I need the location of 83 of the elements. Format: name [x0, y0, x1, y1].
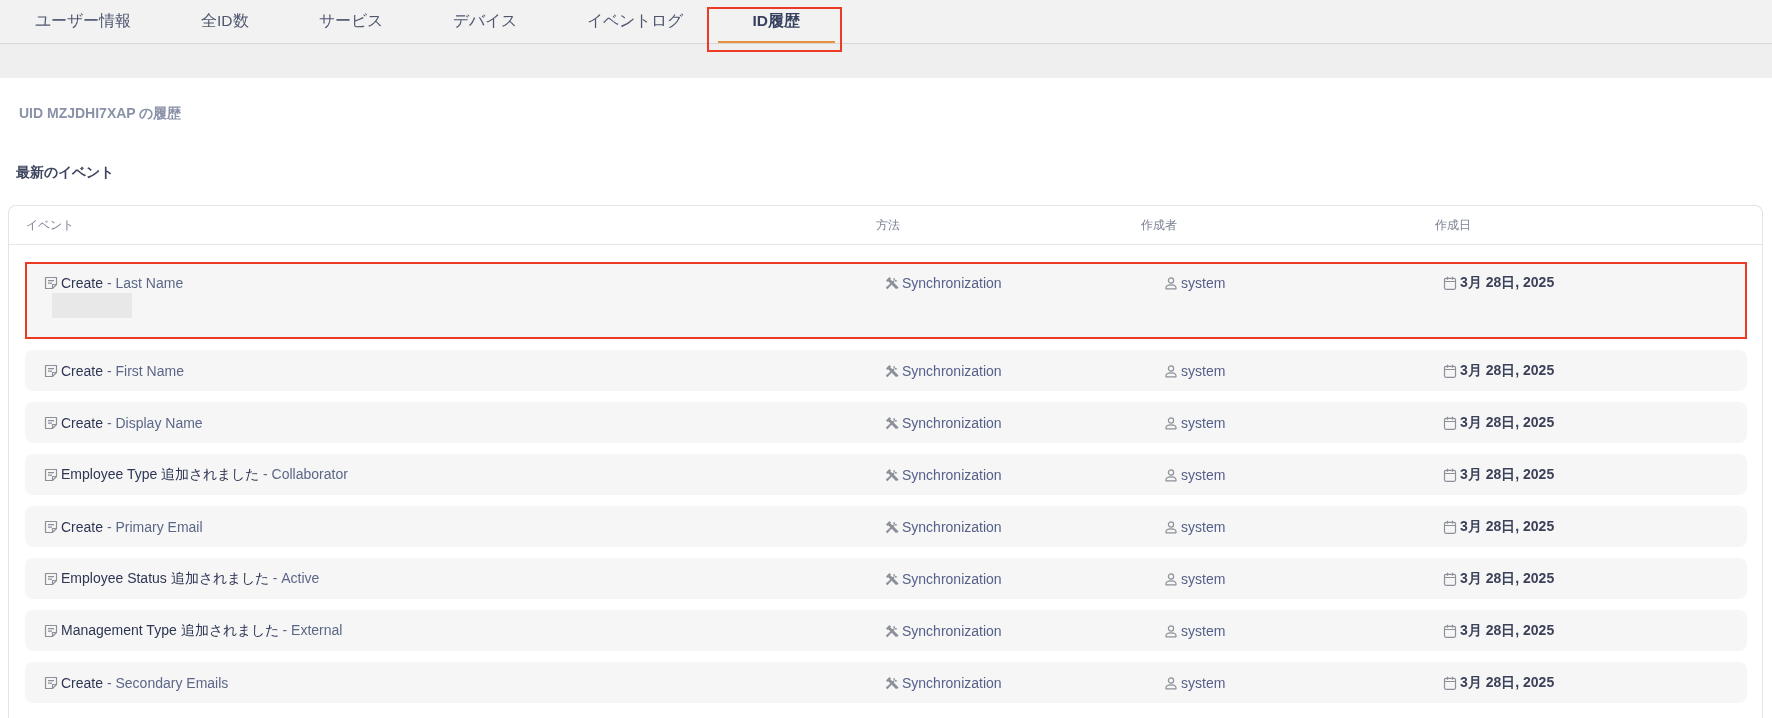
date-text: 3月 28日, 2025	[1460, 517, 1555, 536]
date-text: 3月 28日, 2025	[1460, 273, 1555, 292]
user-icon	[1164, 467, 1178, 482]
calendar-icon	[1443, 363, 1457, 378]
creator-text: system	[1181, 466, 1226, 483]
creator-text: system	[1181, 274, 1226, 291]
user-icon	[1164, 623, 1178, 638]
tools-icon	[885, 519, 899, 534]
event-row[interactable]: Employee Status 追加されました - Active Synchronization system 3月 28日, 2025	[25, 558, 1747, 599]
event-title: Employee Status 追加されました - Active	[61, 569, 320, 588]
event-row[interactable]: Management Type 追加されました - External Synchronization system 3月 28日, 2025	[25, 610, 1747, 651]
tools-icon	[885, 571, 899, 586]
method-text: Synchronization	[902, 466, 1002, 483]
column-header: イベント	[26, 216, 74, 234]
date-text: 3月 28日, 2025	[1460, 465, 1555, 484]
method-text: Synchronization	[902, 362, 1002, 379]
event-title: Create - Display Name	[61, 414, 203, 431]
date-text: 3月 28日, 2025	[1460, 673, 1555, 692]
event-title: Create - Secondary Emails	[61, 674, 229, 691]
note-icon	[44, 519, 58, 534]
calendar-icon	[1443, 275, 1457, 290]
tools-icon	[885, 363, 899, 378]
creator-text: system	[1181, 518, 1226, 535]
method-text: Synchronization	[902, 414, 1002, 431]
tools-icon	[885, 467, 899, 482]
note-icon	[44, 415, 58, 430]
event-row[interactable]: Create - Last Name Synchronization system 3月 28日, 2025	[25, 262, 1747, 339]
event-row[interactable]: Create - Primary Email Synchronization system 3月 28日, 2025	[25, 506, 1747, 547]
event-title: Management Type 追加されました - External	[61, 621, 343, 640]
column-header: 作成者	[1141, 216, 1177, 234]
calendar-icon	[1443, 675, 1457, 690]
event-title: Create - First Name	[61, 362, 184, 379]
note-icon	[44, 571, 58, 586]
date-text: 3月 28日, 2025	[1460, 621, 1555, 640]
user-icon	[1164, 675, 1178, 690]
method-text: Synchronization	[902, 274, 1002, 291]
creator-text: system	[1181, 362, 1226, 379]
calendar-icon	[1443, 519, 1457, 534]
note-icon	[44, 363, 58, 378]
creator-text: system	[1181, 674, 1226, 691]
tab[interactable]: サービス	[283, 0, 418, 43]
note-icon	[44, 275, 58, 290]
event-row[interactable]: Create - Display Name Synchronization system 3月 28日, 2025	[25, 402, 1747, 443]
event-title: Create - Primary Email	[61, 518, 203, 535]
event-row[interactable]: Create - Secondary Emails Synchronization system 3月 28日, 2025	[25, 662, 1747, 703]
tools-icon	[885, 415, 899, 430]
page-subtitle: UID MZJDHI7XAP の履歴	[19, 104, 182, 123]
tab[interactable]: イベントログ	[551, 0, 718, 43]
calendar-icon	[1443, 623, 1457, 638]
method-text: Synchronization	[902, 622, 1002, 639]
event-title: Create - Last Name	[61, 274, 184, 291]
tools-icon	[885, 623, 899, 638]
event-row[interactable]: Employee Type 追加されました - Collaborator Synchronization system 3月 28日, 2025	[25, 454, 1747, 495]
note-icon	[44, 467, 58, 482]
tab[interactable]: 全ID数	[166, 0, 284, 43]
column-header: 作成日	[1435, 216, 1471, 234]
creator-text: system	[1181, 570, 1226, 587]
tab[interactable]: ユーザー情報	[0, 0, 166, 43]
user-icon	[1164, 519, 1178, 534]
method-text: Synchronization	[902, 518, 1002, 535]
event-title: Employee Type 追加されました - Collaborator	[61, 465, 348, 484]
method-text: Synchronization	[902, 570, 1002, 587]
section-title: 最新のイベント	[16, 163, 114, 182]
note-icon	[44, 675, 58, 690]
user-icon	[1164, 415, 1178, 430]
calendar-icon	[1443, 571, 1457, 586]
user-icon	[1164, 363, 1178, 378]
tools-icon	[885, 675, 899, 690]
column-header: 方法	[876, 216, 900, 234]
event-row[interactable]: Create - First Name Synchronization system 3月 28日, 2025	[25, 350, 1747, 391]
calendar-icon	[1443, 415, 1457, 430]
date-text: 3月 28日, 2025	[1460, 413, 1555, 432]
tab[interactable]: デバイス	[417, 0, 552, 43]
date-text: 3月 28日, 2025	[1460, 361, 1555, 380]
calendar-icon	[1443, 467, 1457, 482]
note-icon	[44, 623, 58, 638]
method-text: Synchronization	[902, 674, 1002, 691]
user-icon	[1164, 275, 1178, 290]
creator-text: system	[1181, 622, 1226, 639]
tools-icon	[885, 275, 899, 290]
creator-text: system	[1181, 414, 1226, 431]
user-icon	[1164, 571, 1178, 586]
date-text: 3月 28日, 2025	[1460, 569, 1555, 588]
